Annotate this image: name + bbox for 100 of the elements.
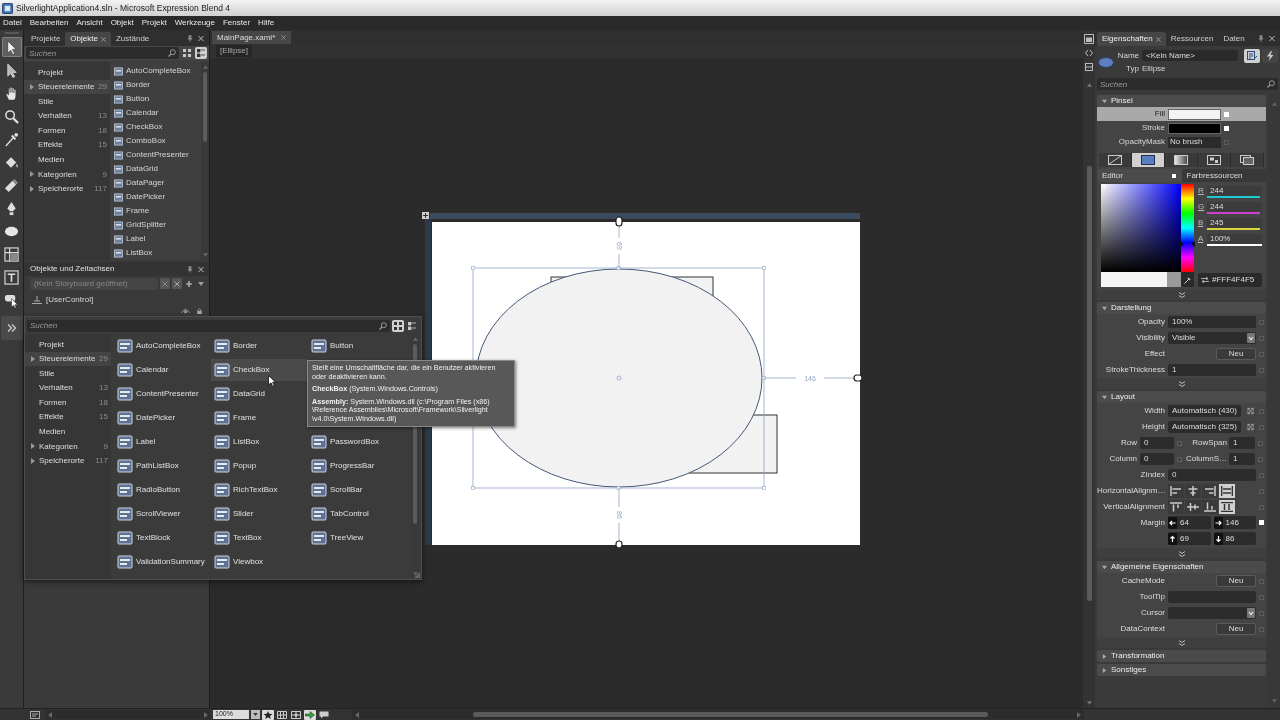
asset-tile[interactable]: PasswordBox [308,431,405,453]
alignment-button[interactable] [1168,484,1184,498]
asset-tile[interactable]: TreeView [308,527,405,549]
asset-item[interactable]: ComboBox [114,134,201,148]
value-field[interactable]: Automatisch (325) [1168,421,1241,433]
view-toggle-button[interactable] [181,47,193,59]
asset-tile[interactable]: CheckBox [211,359,308,381]
view-toggle-button[interactable] [406,319,418,332]
category-item[interactable]: Projekt [24,65,110,80]
view-toggle-button[interactable] [1244,49,1260,63]
asset-item[interactable]: DataGrid [114,162,201,176]
asset-library-button[interactable] [0,316,23,340]
asset-tile[interactable]: Border [211,335,308,357]
section-header[interactable]: Layout [1097,391,1266,403]
value-field[interactable]: 1 [1229,453,1255,465]
view-mode-button[interactable] [1084,62,1094,72]
asset-tile[interactable]: ScrollBar [308,479,405,501]
asset-item[interactable]: AutoCompleteBox [114,64,201,78]
view-toggle-button[interactable] [318,709,330,720]
alignment-button[interactable] [1185,500,1201,514]
color-swatch-icon[interactable] [1168,108,1221,120]
alignment-button[interactable] [1202,500,1218,514]
value-field[interactable]: 1 [1229,437,1255,449]
view-toggle-button[interactable] [195,47,207,59]
document-icon[interactable] [30,710,40,719]
hue-slider[interactable] [1181,184,1194,272]
asset-tile[interactable]: ListBox [211,431,308,453]
property-marker-icon[interactable] [1259,335,1264,341]
hex-field[interactable]: #FFF4F4F5 [1198,273,1262,287]
value-field[interactable]: 0 [1140,437,1174,449]
brush-type-button[interactable] [1099,153,1132,167]
menu-item[interactable]: Datei [3,18,22,28]
asset-tile[interactable]: ContentPresenter [114,383,211,405]
dropdown-field[interactable] [1168,607,1256,619]
section-header[interactable]: Pinsel [1097,95,1266,107]
asset-tile[interactable]: TextBox [211,527,308,549]
asset-item[interactable]: Border [114,78,201,92]
asset-tile[interactable]: Frame [211,407,308,429]
margin-pin-icon[interactable] [615,540,623,548]
close-icon[interactable] [100,36,106,42]
add-storyboard-button[interactable] [184,278,194,289]
color-swatch-icon[interactable] [1168,122,1221,134]
breadcrumb-item[interactable]: [Ellipse] [216,45,252,57]
channel-slider[interactable]: 100% [1207,234,1262,246]
margin-pin-icon[interactable] [615,216,623,227]
scrollbar-thumb[interactable] [203,72,207,142]
property-marker-icon[interactable] [1258,456,1263,462]
asset-item[interactable]: ListBox [114,246,201,260]
chevron-down-icon[interactable] [1177,639,1186,646]
pin-icon[interactable] [187,34,193,42]
asset-item[interactable]: DatePicker [114,190,201,204]
section-header[interactable]: Darstellung [1097,302,1266,314]
property-marker-icon[interactable] [1259,488,1264,494]
menu-item[interactable]: Fenster [223,18,251,28]
asset-item[interactable]: CheckBox [114,120,201,134]
property-marker-icon[interactable] [1177,456,1182,462]
property-marker-icon[interactable] [1258,440,1263,446]
channel-slider[interactable]: 244 [1207,202,1262,214]
property-marker-icon[interactable] [1259,351,1264,357]
panel-tab[interactable]: Daten [1218,32,1250,46]
pin-icon[interactable] [187,265,193,273]
tree-item[interactable]: [UserControl] [32,294,209,306]
close-icon[interactable] [281,35,287,40]
asset-tile[interactable]: Calendar [114,359,211,381]
channel-slider[interactable]: 245 [1207,218,1262,230]
menu-item[interactable]: Objekt [110,18,134,28]
property-marker-icon[interactable] [1259,408,1264,414]
search-field[interactable]: Suchen [27,319,390,332]
brush-type-button[interactable] [1231,153,1264,167]
hue-slider-handle[interactable] [1180,240,1195,247]
brush-type-button[interactable] [1132,153,1165,167]
name-field[interactable]: <Kein Name> [1142,50,1238,61]
view-mode-button[interactable] [1084,48,1094,58]
panel-tab[interactable]: Objekte [65,32,111,46]
asset-tile[interactable]: Popup [211,455,308,477]
tool-button[interactable] [1,37,22,57]
property-marker-icon[interactable] [1259,594,1264,600]
alignment-button[interactable] [1168,500,1184,514]
close-icon[interactable] [1269,34,1275,42]
asset-tile[interactable]: ProgressBar [308,455,405,477]
category-item[interactable]: Kategorien 9 [25,439,111,454]
value-field[interactable] [1168,591,1256,603]
menu-item[interactable]: Hilfe [258,18,275,28]
panel-tab[interactable]: Zustände [110,32,155,46]
view-toggle-button[interactable] [304,709,316,720]
new-button[interactable]: Neu [1216,623,1256,635]
chevron-down-icon[interactable] [1177,380,1186,387]
menu-item[interactable]: Ansicht [76,18,103,28]
asset-tile[interactable]: ScrollViewer [114,503,211,525]
new-button[interactable]: Neu [1216,575,1256,587]
editor-tab[interactable]: Farbressourcen [1181,169,1266,182]
asset-tile[interactable]: RichTextBox [211,479,308,501]
chevron-down-icon[interactable] [1177,291,1186,298]
tool-button[interactable] [1,267,22,287]
brush-row[interactable]: Fill [1097,107,1266,121]
menu-item[interactable]: Bearbeiten [29,18,69,28]
document-tab[interactable]: MainPage.xaml* [212,31,292,44]
scroll-down-icon[interactable] [1086,701,1092,705]
scroll-right-icon[interactable] [1077,711,1081,718]
brush-type-button[interactable] [1198,153,1231,167]
